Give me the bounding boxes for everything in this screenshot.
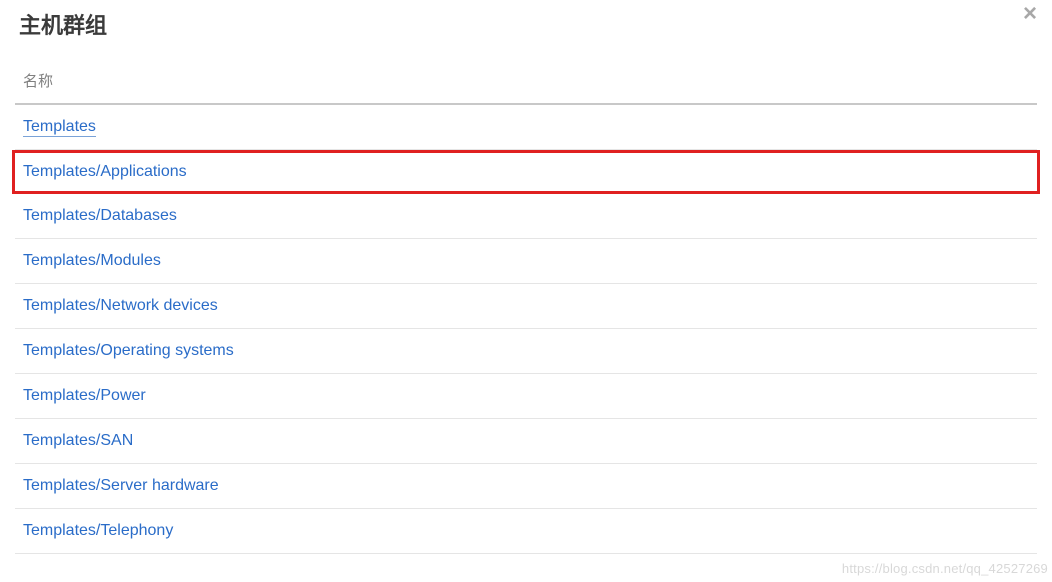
host-group-link[interactable]: Templates <box>23 118 96 137</box>
list-item: Templates/Network devices <box>15 284 1037 329</box>
host-group-link[interactable]: Templates/Modules <box>23 252 161 269</box>
list-item: Templates/Databases <box>15 194 1037 239</box>
list-item: Templates/Server hardware <box>15 464 1037 509</box>
host-group-dialog: 主机群组 × 名称 Templates Templates/Application… <box>0 0 1052 554</box>
column-header-name: 名称 <box>15 58 1037 105</box>
host-group-link[interactable]: Templates/Server hardware <box>23 477 219 494</box>
list-item: Templates/Operating systems <box>15 329 1037 374</box>
list-item: Templates/SAN <box>15 419 1037 464</box>
dialog-title: 主机群组 <box>15 8 107 40</box>
host-group-table: 名称 Templates Templates/Applications Templa… <box>15 58 1037 554</box>
dialog-header: 主机群组 × <box>15 8 1037 58</box>
watermark-text: https://blog.csdn.net/qq_42527269 <box>842 561 1048 576</box>
list-item: Templates/Power <box>15 374 1037 419</box>
host-group-link[interactable]: Templates/Network devices <box>23 297 218 314</box>
host-group-link[interactable]: Templates/Databases <box>23 207 177 224</box>
list-item: Templates/Modules <box>15 239 1037 284</box>
host-group-link[interactable]: Templates/Power <box>23 387 146 404</box>
host-group-link[interactable]: Templates/SAN <box>23 432 133 449</box>
list-item: Templates <box>15 105 1037 150</box>
list-item: Templates/Applications <box>12 150 1040 194</box>
host-group-link[interactable]: Templates/Applications <box>23 163 187 180</box>
host-group-link[interactable]: Templates/Operating systems <box>23 342 234 359</box>
close-icon[interactable]: × <box>1023 2 1037 26</box>
host-group-link[interactable]: Templates/Telephony <box>23 522 173 539</box>
list-item: Templates/Telephony <box>15 509 1037 554</box>
